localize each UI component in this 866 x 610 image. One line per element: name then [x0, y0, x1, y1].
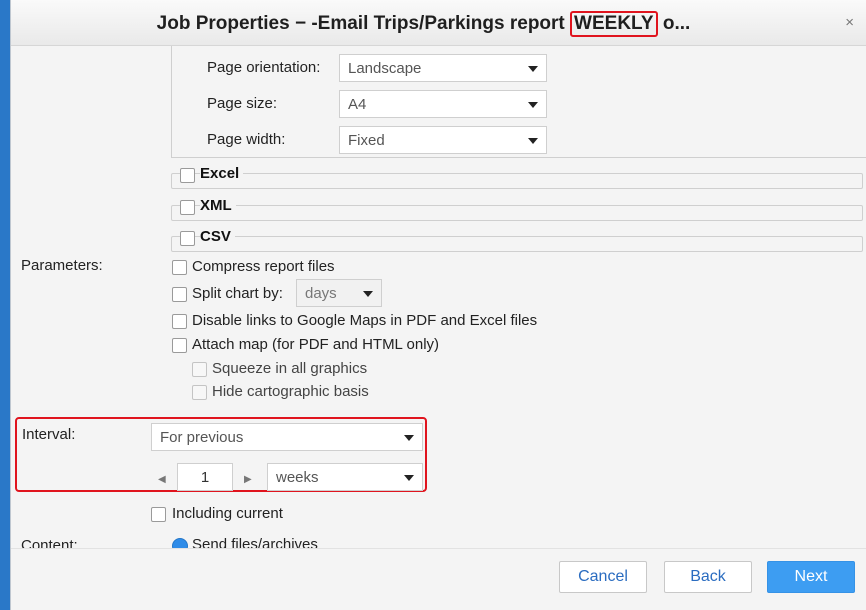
xml-checkbox[interactable] [180, 200, 195, 215]
title-prefix: Job Properties − -Email Trips/Parkings r… [156, 13, 571, 34]
chevron-down-icon [528, 138, 538, 144]
dialog-footer: Cancel Back Next [11, 548, 866, 610]
split-chart-value: days [305, 285, 337, 302]
page-width-label: Page width: [207, 131, 286, 148]
interval-count-value: 1 [200, 469, 210, 486]
csv-section-label: CSV [200, 228, 235, 245]
send-files-label: Send files/archives [192, 536, 318, 548]
compress-checkbox[interactable] [172, 260, 187, 275]
page-size-value: A4 [348, 96, 367, 113]
dialog-content[interactable]: Page orientation: Landscape Page size: A… [11, 46, 866, 548]
job-properties-dialog: Job Properties − -Email Trips/Parkings r… [10, 0, 866, 610]
attach-map-checkbox[interactable] [172, 338, 187, 353]
excel-section-border [171, 173, 863, 189]
close-icon[interactable]: × [845, 14, 854, 31]
interval-mode-value: For previous [160, 429, 244, 446]
interval-mode-select[interactable]: For previous [151, 423, 423, 451]
page-orientation-value: Landscape [348, 60, 422, 77]
interval-unit-select[interactable]: weeks [267, 463, 423, 491]
page-orientation-label: Page orientation: [207, 59, 321, 76]
decrement-arrow-icon[interactable]: ◀ [158, 474, 166, 485]
title-suffix: o... [657, 13, 691, 34]
page-size-label: Page size: [207, 95, 278, 112]
split-chart-select[interactable]: days [296, 279, 382, 307]
disable-links-checkbox[interactable] [172, 314, 187, 329]
page-width-select[interactable]: Fixed [339, 126, 547, 154]
chevron-down-icon [363, 291, 373, 297]
title-bar: Job Properties − -Email Trips/Parkings r… [11, 0, 866, 46]
split-chart-checkbox[interactable] [172, 287, 187, 302]
chevron-down-icon [404, 475, 414, 481]
chevron-down-icon [528, 66, 538, 72]
disable-links-label: Disable links to Google Maps in PDF and … [192, 312, 538, 329]
next-button[interactable]: Next [767, 561, 855, 593]
hide-basis-checkbox[interactable] [192, 385, 207, 400]
chevron-down-icon [528, 102, 538, 108]
title-highlight-weekly: WEEKLY [570, 11, 658, 37]
dialog-title: Job Properties − -Email Trips/Parkings r… [11, 11, 836, 37]
squeeze-label: Squeeze in all graphics [212, 360, 368, 377]
including-current-label: Including current [172, 505, 283, 522]
page-size-select[interactable]: A4 [339, 90, 547, 118]
including-current-checkbox[interactable] [151, 507, 166, 522]
page-orientation-select[interactable]: Landscape [339, 54, 547, 82]
increment-arrow-icon[interactable]: ▶ [244, 474, 252, 485]
send-files-radio[interactable] [172, 538, 188, 548]
split-chart-label: Split chart by: [192, 285, 283, 302]
parameters-label: Parameters: [21, 257, 103, 274]
page-width-value: Fixed [348, 132, 385, 149]
xml-section-label: XML [200, 197, 236, 214]
xml-section-border [171, 205, 863, 221]
compress-label: Compress report files [192, 258, 335, 275]
content-label: Content: [21, 537, 78, 548]
excel-checkbox[interactable] [180, 168, 195, 183]
excel-section-label: Excel [200, 165, 244, 182]
back-button[interactable]: Back [664, 561, 752, 593]
interval-count-input[interactable]: 1 [177, 463, 233, 491]
attach-map-label: Attach map (for PDF and HTML only) [192, 336, 440, 353]
hide-basis-label: Hide cartographic basis [212, 383, 369, 400]
csv-checkbox[interactable] [180, 231, 195, 246]
interval-unit-value: weeks [276, 469, 319, 486]
chevron-down-icon [404, 435, 414, 441]
cancel-button[interactable]: Cancel [559, 561, 647, 593]
interval-label: Interval: [22, 426, 76, 443]
csv-section-border [171, 236, 863, 252]
squeeze-checkbox[interactable] [192, 362, 207, 377]
